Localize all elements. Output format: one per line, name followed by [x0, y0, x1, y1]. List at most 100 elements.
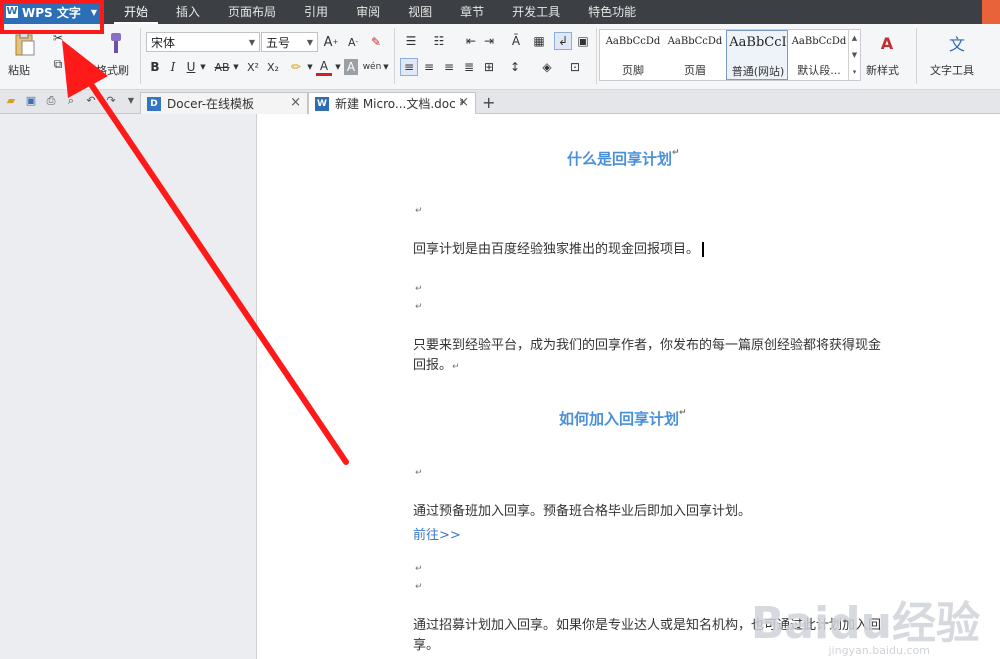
text-tools-icon[interactable]: 文 — [944, 30, 970, 56]
text-tools-label[interactable]: 文字工具 — [930, 62, 974, 78]
tab-references[interactable]: 引用 — [294, 0, 338, 24]
strikethrough-button[interactable]: AB — [212, 58, 232, 76]
chevron-down-icon[interactable]: ▼ — [198, 58, 208, 76]
bold-button[interactable]: B — [148, 58, 162, 76]
paste-label[interactable]: 粘贴 — [8, 62, 30, 78]
undo-icon[interactable]: ↶ — [84, 94, 98, 108]
print-icon[interactable]: ⎙ — [44, 94, 58, 108]
increase-indent-icon[interactable]: ⇥ — [480, 32, 498, 50]
chevron-down-icon[interactable]: ▼ — [382, 58, 390, 76]
chevron-down-icon[interactable]: ▼ — [334, 58, 342, 76]
font-name-value: 宋体 — [151, 35, 176, 50]
doc-heading-1: 什么是回享计划 ↵ — [567, 148, 680, 169]
highlight-annotation — [0, 0, 104, 34]
borders-icon[interactable]: ⊡ — [564, 58, 586, 76]
style-preview: AaBbCcDd — [605, 36, 661, 47]
grow-font-icon[interactable]: A + — [322, 32, 340, 52]
window-control[interactable] — [982, 0, 1000, 24]
print-preview-icon[interactable]: ⌕ — [64, 94, 78, 108]
distribute-icon[interactable]: ⊞ — [480, 58, 498, 76]
subscript-button[interactable]: X₂ — [264, 58, 282, 76]
style-name: 页脚 — [622, 64, 644, 77]
new-style-label[interactable]: 新样式 — [866, 62, 899, 78]
menu-bar: W WPS 文字 ▼ 开始 插入 页面布局 引用 审阅 视图 章节 开发工具 特… — [0, 0, 1000, 24]
tab-home[interactable]: 开始 — [114, 0, 159, 24]
close-icon[interactable]: × — [290, 95, 301, 110]
style-footer[interactable]: AaBbCcDd 页脚 — [602, 30, 664, 80]
ribbon: 粘贴 ✂ ⧉ 复制 格式刷 宋体 ▼ 五号 ▼ A + A- ✎ B I U ▼ … — [0, 24, 1000, 90]
pinyin-button[interactable]: wén — [362, 56, 382, 78]
style-header[interactable]: AaBbCcDd 页眉 — [664, 30, 726, 80]
docer-icon: D — [147, 96, 161, 111]
tab-document[interactable]: W 新建 Micro...文档.doc * × — [308, 92, 476, 114]
tab-page-layout[interactable]: 页面布局 — [218, 0, 286, 24]
font-color-button[interactable]: A — [316, 58, 332, 76]
gallery-scroll[interactable]: ▲ ▼ ▾ — [848, 30, 860, 80]
close-icon[interactable]: × — [458, 95, 469, 110]
align-left-icon[interactable]: ≡ — [400, 58, 418, 76]
shrink-font-icon[interactable]: A- — [344, 32, 362, 52]
chevron-down-icon[interactable]: ▼ — [232, 58, 240, 76]
line-spacing-icon[interactable]: ↕ — [504, 58, 526, 76]
shading-icon[interactable]: ◈ — [536, 58, 558, 76]
copy-label[interactable]: 复制 — [68, 58, 90, 74]
doc-paragraph-2-line-2: 回报。↵ — [413, 356, 460, 377]
scroll-up-icon[interactable]: ▲ — [852, 34, 857, 42]
bullet-list-icon[interactable]: ☰ — [400, 32, 422, 50]
open-icon[interactable]: ▰ — [4, 94, 18, 108]
superscript-button[interactable]: X² — [244, 58, 262, 76]
tab-docer-label: Docer-在线模板 — [167, 97, 255, 111]
new-tab-button[interactable]: + — [482, 93, 495, 112]
document-page[interactable]: 什么是回享计划 ↵ ↵ 回享计划是由百度经验独家推出的现金回报项目。 ↵ ↵ 只要… — [256, 114, 1000, 659]
paragraph-mark: ↵ — [415, 302, 423, 312]
redo-icon[interactable]: ↷ — [104, 94, 118, 108]
style-normal-web[interactable]: AaBbCcI 普通(网站) — [726, 30, 788, 80]
text-cursor — [702, 242, 709, 257]
style-default-paragraph[interactable]: AaBbCcDd 默认段... — [788, 30, 850, 80]
document-tab-bar: ▰ ▣ ⎙ ⌕ ↶ ↷ ▼ D Docer-在线模板 × W 新建 Micro.… — [0, 90, 1000, 114]
format-painter-icon[interactable] — [104, 30, 126, 56]
text-effect-icon[interactable]: Ā — [504, 32, 528, 50]
new-style-icon[interactable]: A — [874, 30, 900, 56]
tab-developer[interactable]: 开发工具 — [502, 0, 570, 24]
doc-link[interactable]: 前往>> — [413, 524, 461, 543]
tab-review[interactable]: 审阅 — [346, 0, 390, 24]
paste-icon[interactable] — [12, 30, 38, 58]
align-center-icon[interactable]: ≡ — [420, 58, 438, 76]
tab-special[interactable]: 特色功能 — [578, 0, 646, 24]
font-size-select[interactable]: 五号 ▼ — [261, 32, 318, 52]
highlight-icon[interactable]: ✏ — [286, 58, 306, 76]
chevron-down-icon[interactable]: ▼ — [124, 94, 138, 108]
font-name-select[interactable]: 宋体 ▼ — [146, 32, 260, 52]
paragraph-mark: ↵ — [415, 206, 423, 216]
text-box-icon[interactable]: ▣ — [574, 32, 592, 50]
clear-format-icon[interactable]: ✎ — [366, 32, 386, 52]
baidu-watermark: Baidu经验 — [750, 598, 980, 649]
navigation-pane — [0, 114, 256, 659]
align-right-icon[interactable]: ≡ — [440, 58, 458, 76]
doc-heading-2-text: 如何加入回享计划 — [559, 410, 680, 428]
style-name: 页眉 — [684, 64, 706, 77]
expand-icon[interactable]: ▾ — [853, 68, 857, 76]
tab-view[interactable]: 视图 — [398, 0, 442, 24]
char-shading-button[interactable]: A — [344, 59, 358, 75]
word-doc-icon: W — [315, 96, 329, 111]
save-icon[interactable]: ▣ — [24, 94, 38, 108]
show-marks-icon[interactable]: ↲ — [554, 32, 572, 50]
italic-button[interactable]: I — [166, 58, 180, 76]
chevron-down-icon[interactable]: ▼ — [306, 58, 314, 76]
numbered-list-icon[interactable]: ☷ — [428, 32, 450, 50]
decrease-indent-icon[interactable]: ⇤ — [462, 32, 480, 50]
copy-icon[interactable]: ⧉ — [50, 56, 66, 72]
format-painter-label[interactable]: 格式刷 — [96, 62, 129, 78]
tab-insert[interactable]: 插入 — [166, 0, 210, 24]
justify-icon[interactable]: ≣ — [460, 58, 478, 76]
scroll-down-icon[interactable]: ▼ — [852, 51, 857, 59]
tab-docer[interactable]: D Docer-在线模板 × — [140, 92, 308, 114]
underline-button[interactable]: U — [184, 58, 198, 76]
doc-heading-2: 如何加入回享计划 ↵ — [559, 408, 687, 429]
tab-section[interactable]: 章节 — [450, 0, 494, 24]
doc-paragraph-2-line-1: 只要来到经验平台，成为我们的回享作者，你发布的每一篇原创经验都将获得现金 — [413, 338, 882, 353]
table-icon[interactable]: ▦ — [530, 32, 548, 50]
font-size-value: 五号 — [266, 35, 291, 50]
